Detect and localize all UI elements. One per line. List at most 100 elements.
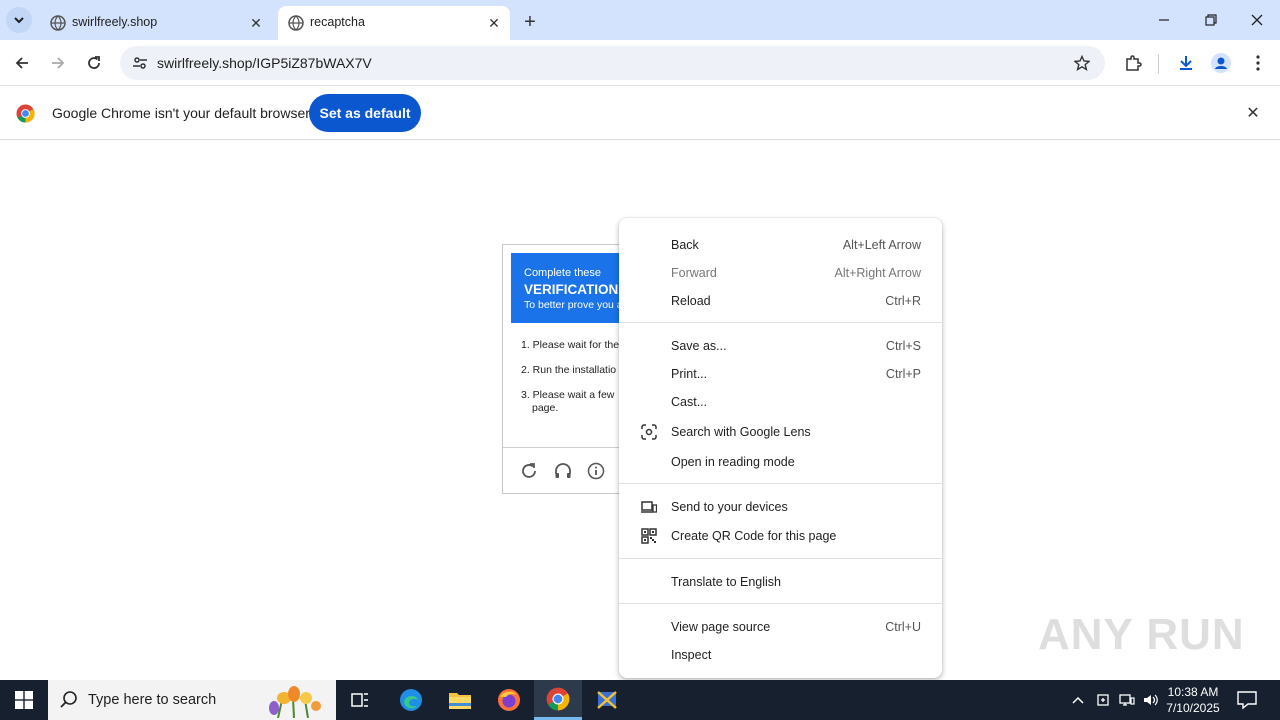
menu-item-reading-mode[interactable]: Open in reading mode bbox=[619, 448, 942, 476]
captcha-audio-button[interactable] bbox=[553, 461, 573, 481]
start-button[interactable] bbox=[0, 680, 48, 720]
menu-item-save-as[interactable]: Save as... Ctrl+S bbox=[619, 332, 942, 360]
refresh-icon bbox=[522, 463, 536, 478]
info-icon bbox=[587, 462, 605, 480]
address-bar[interactable]: swirlfreely.shop/IGP5iZ87bWAX7V bbox=[120, 46, 1105, 80]
globe-icon bbox=[50, 15, 66, 31]
clock-time: 10:38 AM bbox=[1167, 685, 1219, 699]
menu-item-send-to-devices[interactable]: Send to your devices bbox=[619, 493, 942, 521]
chrome-icon bbox=[546, 687, 570, 710]
tab-title: recaptcha bbox=[310, 15, 365, 29]
volume-icon[interactable] bbox=[1141, 690, 1161, 710]
forward-button[interactable] bbox=[46, 51, 70, 75]
more-vert-icon bbox=[1256, 55, 1260, 71]
captcha-header-line3: To better prove you a bbox=[524, 299, 623, 311]
menu-item-print[interactable]: Print... Ctrl+P bbox=[619, 360, 942, 388]
menu-item-label: Translate to English bbox=[671, 575, 782, 589]
menu-item-translate[interactable]: Translate to English bbox=[619, 568, 942, 596]
arrow-right-icon bbox=[52, 57, 65, 69]
tab-recaptcha[interactable]: recaptcha ✕ bbox=[278, 6, 510, 40]
taskbar-tool-app[interactable] bbox=[583, 680, 631, 720]
default-browser-infobar: Google Chrome isn't your default browser… bbox=[0, 87, 1280, 140]
globe-icon bbox=[288, 15, 304, 31]
downloads-button[interactable] bbox=[1174, 51, 1198, 75]
menu-item-back[interactable]: Back Alt+Left Arrow bbox=[619, 231, 942, 259]
clock-date: 7/10/2025 bbox=[1166, 701, 1220, 715]
menu-item-qr-code[interactable]: Create QR Code for this page bbox=[619, 522, 942, 550]
download-icon bbox=[1180, 56, 1192, 70]
search-icon bbox=[60, 691, 77, 708]
close-tab-icon[interactable]: ✕ bbox=[248, 15, 264, 31]
arrow-left-icon bbox=[15, 57, 28, 69]
menu-item-label: Forward bbox=[671, 266, 717, 280]
tray-overflow-icon[interactable] bbox=[1068, 690, 1088, 710]
minimize-button[interactable] bbox=[1152, 8, 1176, 32]
menu-item-cast[interactable]: Cast... bbox=[619, 388, 942, 416]
tray-app-icon[interactable] bbox=[1093, 690, 1113, 710]
menu-separator bbox=[619, 483, 942, 484]
menu-item-label: Search with Google Lens bbox=[671, 425, 811, 439]
notification-icon[interactable] bbox=[1236, 690, 1258, 710]
taskbar-firefox[interactable] bbox=[485, 680, 533, 720]
taskbar-chrome[interactable] bbox=[534, 680, 582, 720]
set-as-default-button[interactable]: Set as default bbox=[309, 94, 421, 132]
menu-item-view-source[interactable]: View page source Ctrl+U bbox=[619, 613, 942, 641]
puzzle-icon bbox=[1126, 55, 1142, 71]
menu-item-label: Print... bbox=[671, 367, 708, 381]
site-info-button[interactable] bbox=[128, 51, 152, 75]
folder-icon bbox=[449, 693, 471, 709]
profile-button[interactable] bbox=[1209, 51, 1233, 75]
menu-button[interactable] bbox=[1246, 51, 1270, 75]
captcha-refresh-button[interactable] bbox=[519, 461, 539, 481]
menu-item-label: Back bbox=[671, 238, 699, 252]
menu-item-forward[interactable]: Forward Alt+Right Arrow bbox=[619, 259, 942, 287]
flowers-decoration-icon bbox=[269, 686, 321, 718]
menu-item-shortcut: Alt+Right Arrow bbox=[834, 266, 922, 280]
toolbar-divider bbox=[1158, 54, 1159, 74]
close-icon bbox=[1251, 14, 1263, 26]
taskbar-edge[interactable] bbox=[387, 680, 435, 720]
menu-separator bbox=[619, 322, 942, 323]
tab-strip: swirlfreely.shop ✕ recaptcha ✕ + bbox=[0, 0, 1280, 40]
menu-item-label: Open in reading mode bbox=[671, 455, 795, 469]
context-menu: Back Alt+Left Arrow Forward Alt+Right Ar… bbox=[619, 218, 942, 678]
close-window-button[interactable] bbox=[1245, 8, 1269, 32]
menu-item-reload[interactable]: Reload Ctrl+R bbox=[619, 287, 942, 315]
extensions-button[interactable] bbox=[1121, 51, 1145, 75]
new-tab-button[interactable]: + bbox=[518, 10, 542, 34]
menu-item-shortcut: Ctrl+U bbox=[885, 620, 921, 634]
menu-item-label: View page source bbox=[671, 620, 771, 634]
close-tab-icon[interactable]: ✕ bbox=[486, 15, 502, 31]
menu-item-google-lens[interactable]: Search with Google Lens bbox=[619, 418, 942, 446]
restore-icon bbox=[1205, 14, 1217, 26]
restore-button[interactable] bbox=[1199, 8, 1223, 32]
menu-item-label: Reload bbox=[671, 294, 711, 308]
menu-item-shortcut: Ctrl+S bbox=[885, 339, 921, 353]
taskbar: Type here to search 10:38 AM 7/10/2025 bbox=[0, 680, 1280, 720]
back-button[interactable] bbox=[10, 51, 34, 75]
chevron-down-icon bbox=[14, 17, 24, 24]
captcha-info-button[interactable] bbox=[586, 461, 606, 481]
menu-item-label: Send to your devices bbox=[671, 500, 788, 514]
tab-search-button[interactable] bbox=[6, 7, 32, 33]
menu-item-shortcut: Ctrl+P bbox=[885, 367, 921, 381]
close-infobar-icon[interactable]: ✕ bbox=[1243, 103, 1263, 123]
menu-item-label: Save as... bbox=[671, 339, 727, 353]
qr-code-icon bbox=[640, 527, 658, 545]
anyrun-watermark: ANY RUN bbox=[1038, 610, 1245, 659]
tab-swirlfreely[interactable]: swirlfreely.shop ✕ bbox=[40, 6, 272, 40]
network-icon[interactable] bbox=[1117, 690, 1137, 710]
reload-button[interactable] bbox=[82, 51, 106, 75]
taskbar-search-box[interactable]: Type here to search bbox=[48, 680, 336, 720]
menu-item-label: Inspect bbox=[671, 648, 712, 662]
google-lens-icon bbox=[640, 423, 658, 441]
menu-separator bbox=[619, 603, 942, 604]
menu-item-shortcut: Alt+Left Arrow bbox=[842, 238, 921, 252]
bookmark-button[interactable] bbox=[1071, 52, 1093, 74]
taskbar-file-explorer[interactable] bbox=[436, 680, 484, 720]
menu-item-inspect[interactable]: Inspect bbox=[619, 641, 942, 669]
windows-logo-icon bbox=[15, 691, 33, 709]
task-view-button[interactable] bbox=[336, 680, 384, 720]
tab-title: swirlfreely.shop bbox=[72, 15, 158, 29]
taskbar-clock[interactable]: 10:38 AM 7/10/2025 bbox=[1160, 684, 1226, 716]
